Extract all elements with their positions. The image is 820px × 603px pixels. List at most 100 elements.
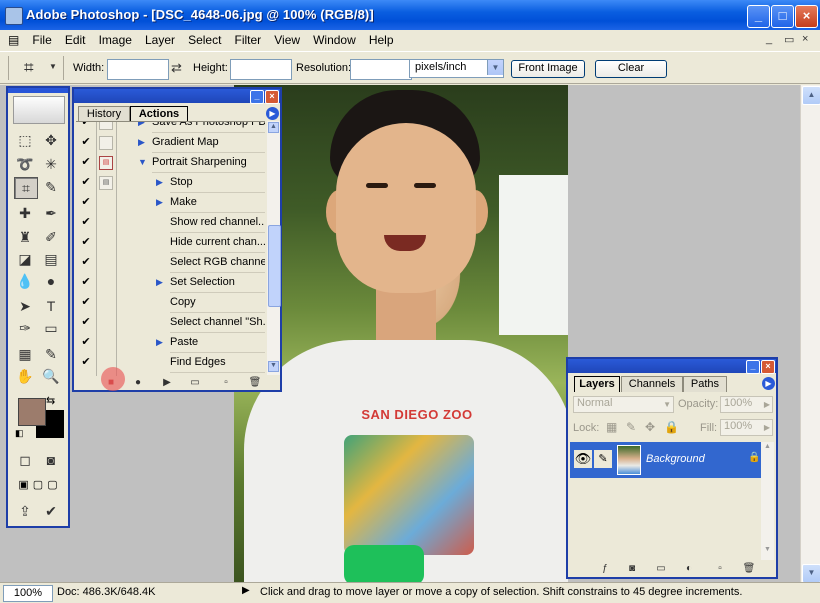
doc-restore-button[interactable]: ▭: [784, 33, 794, 46]
layer-mask-icon[interactable]: ◙: [625, 562, 639, 576]
scroll-down-icon[interactable]: ▼: [802, 564, 820, 583]
action-row[interactable]: ✔ Show red channel...: [76, 212, 265, 233]
gradient-tool-icon[interactable]: ▤: [40, 249, 62, 269]
scroll-up-icon[interactable]: ▲: [762, 443, 773, 454]
action-row[interactable]: ✔ ▶ Make: [76, 192, 265, 213]
default-colors-icon[interactable]: ◧: [15, 428, 24, 439]
tab-channels[interactable]: Channels: [621, 376, 683, 392]
checkmark-icon[interactable]: ✔: [80, 236, 92, 248]
palette-menu-icon[interactable]: ▶: [266, 107, 279, 120]
scroll-thumb[interactable]: [268, 225, 281, 307]
menu-help[interactable]: Help: [364, 30, 399, 50]
magic-wand-tool-icon[interactable]: ✳: [40, 154, 62, 174]
checkmark-icon[interactable]: ✔: [80, 296, 92, 308]
action-row[interactable]: ✔ Hide current chan...: [76, 232, 265, 253]
palette-close-button[interactable]: ×: [761, 360, 775, 374]
layer-style-icon[interactable]: ƒ: [598, 562, 612, 576]
palette-minimize-button[interactable]: _: [250, 90, 264, 104]
palette-close-button[interactable]: ×: [265, 90, 279, 104]
blend-mode-select[interactable]: Normal ▼: [573, 396, 674, 413]
dialog-toggle-icon[interactable]: [99, 122, 113, 130]
tab-layers[interactable]: Layers: [574, 376, 620, 392]
tab-actions[interactable]: Actions: [130, 106, 188, 122]
menu-edit[interactable]: Edit: [60, 30, 91, 50]
tab-paths[interactable]: Paths: [683, 376, 727, 392]
menu-select[interactable]: Select: [183, 30, 226, 50]
dialog-toggle-icon[interactable]: [99, 136, 113, 150]
layer-row-background[interactable]: 👁 ✎ Background 🔒: [570, 442, 761, 478]
checkmark-icon[interactable]: ✔: [80, 276, 92, 288]
app-icon[interactable]: [5, 7, 23, 25]
lock-transparency-icon[interactable]: ▦: [606, 420, 617, 434]
clear-button[interactable]: Clear: [595, 60, 667, 78]
checkmark-icon[interactable]: ✔: [80, 256, 92, 268]
trash-icon[interactable]: 🗑: [742, 562, 756, 576]
path-selection-tool-icon[interactable]: ➤: [14, 296, 36, 316]
brush-tool-icon[interactable]: ✒: [40, 203, 62, 223]
doc-minimize-button[interactable]: _: [766, 33, 772, 45]
quick-mask-mode-icon[interactable]: ◙: [40, 450, 62, 470]
move-tool-icon[interactable]: ✥: [40, 130, 62, 150]
tab-history[interactable]: History: [78, 106, 130, 122]
close-button[interactable]: ×: [795, 5, 818, 28]
fill-input[interactable]: 100% ▶: [720, 419, 773, 436]
play-icon[interactable]: ▶: [160, 376, 174, 390]
resolution-units-select[interactable]: pixels/inch ▼: [409, 59, 504, 78]
checkmark-icon[interactable]: ✔: [80, 216, 92, 228]
lock-position-icon[interactable]: ✥: [645, 420, 655, 434]
expand-triangle-icon[interactable]: ▶: [156, 176, 166, 188]
adobe-feather-icon[interactable]: [13, 96, 65, 124]
zoom-input[interactable]: 100%: [3, 585, 53, 602]
shape-tool-icon[interactable]: ▭: [40, 318, 62, 338]
lasso-tool-icon[interactable]: ➰: [14, 154, 36, 174]
menu-view[interactable]: View: [269, 30, 305, 50]
swap-colors-icon[interactable]: ⇆: [46, 394, 55, 407]
new-group-icon[interactable]: ▭: [654, 562, 668, 576]
dialog-toggle-icon[interactable]: ▤: [99, 156, 113, 170]
eye-icon[interactable]: 👁: [574, 450, 592, 468]
notes-tool-icon[interactable]: ▦: [14, 344, 36, 364]
pen-tool-icon[interactable]: ✑: [14, 318, 36, 338]
checkmark-icon[interactable]: ✔: [80, 356, 92, 368]
actions-palette-header[interactable]: _ ×: [74, 89, 280, 104]
eraser-tool-icon[interactable]: ◪: [14, 249, 36, 269]
clone-stamp-tool-icon[interactable]: ♜: [14, 227, 36, 247]
new-layer-icon[interactable]: ▫: [713, 562, 727, 576]
lock-all-icon[interactable]: 🔒: [664, 420, 679, 434]
hand-tool-icon[interactable]: ✋: [14, 366, 36, 386]
checkmark-icon[interactable]: ✔: [80, 336, 92, 348]
palette-minimize-button[interactable]: _: [746, 360, 760, 374]
layers-scrollbar[interactable]: ▲ ▼: [761, 442, 774, 560]
scroll-up-icon[interactable]: ▲: [802, 86, 820, 105]
checkmark-icon[interactable]: ✔: [80, 196, 92, 208]
action-row[interactable]: ✔ ▶ Save As Photoshop PDF: [76, 122, 265, 133]
expand-triangle-icon[interactable]: ▶: [156, 276, 166, 288]
expand-triangle-icon[interactable]: ▶: [138, 136, 148, 148]
checkmark-icon[interactable]: ✔: [80, 316, 92, 328]
checkmark-icon[interactable]: ✔: [80, 176, 92, 188]
actions-scrollbar[interactable]: ▲ ▼: [267, 121, 281, 375]
crop-tool-icon[interactable]: ⌗: [24, 58, 34, 78]
resolution-input[interactable]: [350, 59, 412, 80]
checkmark-icon[interactable]: ✔: [80, 122, 92, 128]
action-row[interactable]: ✔ ▶ Gradient Map: [76, 132, 265, 153]
blur-tool-icon[interactable]: 💧: [14, 271, 36, 291]
zoom-tool-icon[interactable]: 🔍: [40, 366, 62, 386]
action-row[interactable]: ✔ Select RGB channel: [76, 252, 265, 273]
checkmark-icon[interactable]: ✔: [80, 136, 92, 148]
menu-layer[interactable]: Layer: [140, 30, 180, 50]
file-browser-icon[interactable]: ✔: [40, 501, 62, 521]
action-row[interactable]: ✔ Copy: [76, 292, 265, 313]
tools-palette-header[interactable]: [8, 88, 68, 93]
document-icon[interactable]: ▤: [0, 30, 24, 50]
opacity-input[interactable]: 100% ▶: [720, 396, 773, 413]
brush-icon[interactable]: ✎: [594, 450, 612, 468]
checkmark-icon[interactable]: ✔: [80, 156, 92, 168]
history-brush-tool-icon[interactable]: ✐: [40, 227, 62, 247]
dialog-toggle-icon[interactable]: ▤: [99, 176, 113, 190]
minimize-button[interactable]: _: [747, 5, 770, 28]
scroll-down-icon[interactable]: ▼: [268, 361, 279, 372]
trash-icon[interactable]: 🗑: [248, 376, 262, 390]
expand-triangle-icon[interactable]: ▶: [138, 122, 148, 128]
status-arrow-icon[interactable]: ▶: [242, 585, 250, 596]
